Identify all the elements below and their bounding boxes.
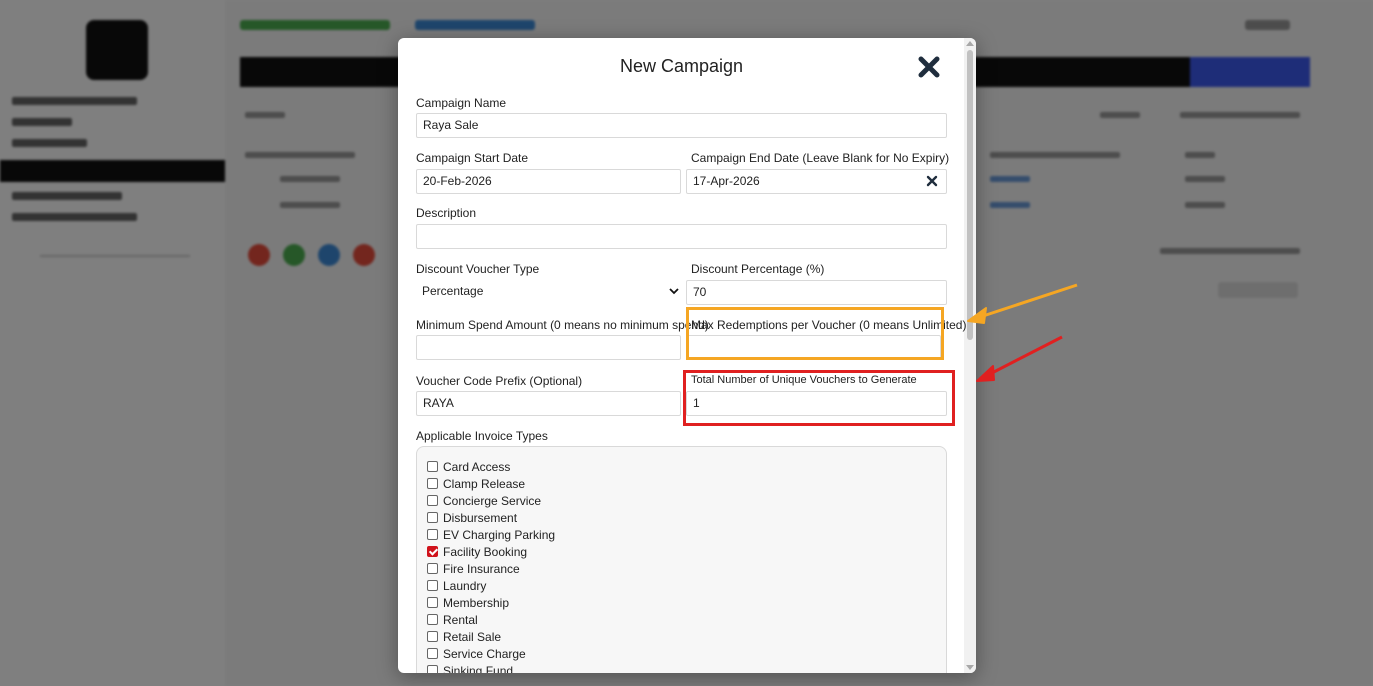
checkbox-label: Membership xyxy=(443,595,510,610)
voucher-type-select[interactable]: Percentage xyxy=(416,280,684,305)
modal-title: New Campaign xyxy=(619,56,744,76)
checkbox-icon[interactable] xyxy=(427,563,438,574)
scroll-down-icon[interactable] xyxy=(966,665,974,670)
checkbox-label: Fire Insurance xyxy=(443,561,520,576)
clear-date-icon[interactable] xyxy=(926,175,938,187)
min-spend-label: Minimum Spend Amount (0 means no minimum… xyxy=(416,318,709,332)
checkbox-label: EV Charging Parking xyxy=(443,527,556,542)
discount-percentage-input[interactable]: 70 xyxy=(686,280,947,305)
discount-percentage-label: Discount Percentage (%) xyxy=(691,262,825,276)
checkbox-retail-sale[interactable]: Retail Sale xyxy=(427,628,501,645)
checkbox-label: Laundry xyxy=(443,578,487,593)
checkbox-label: Service Charge xyxy=(443,646,526,661)
code-prefix-label: Voucher Code Prefix (Optional) xyxy=(416,374,583,388)
voucher-type-value: Percentage xyxy=(422,284,484,298)
checkbox-label: Clamp Release xyxy=(443,476,526,491)
checkbox-icon[interactable] xyxy=(427,580,438,591)
campaign-name-label: Campaign Name xyxy=(416,96,507,110)
checkbox-label: Card Access xyxy=(443,459,511,474)
checkbox-checked-icon[interactable] xyxy=(427,546,438,557)
checkbox-rental[interactable]: Rental xyxy=(427,611,478,628)
checkbox-icon[interactable] xyxy=(427,478,438,489)
voucher-type-label: Discount Voucher Type xyxy=(416,262,540,276)
checkbox-card-access[interactable]: Card Access xyxy=(427,458,510,475)
start-date-input[interactable]: 20-Feb-2026 xyxy=(416,169,681,194)
max-redemptions-input[interactable] xyxy=(686,335,941,360)
checkbox-label: Retail Sale xyxy=(443,629,502,644)
checkbox-icon[interactable] xyxy=(427,614,438,625)
description-input[interactable] xyxy=(416,224,947,249)
chevron-down-icon xyxy=(669,288,679,295)
checkbox-icon[interactable] xyxy=(427,665,438,673)
checkbox-disbursement[interactable]: Disbursement xyxy=(427,509,517,526)
checkbox-laundry[interactable]: Laundry xyxy=(427,577,486,594)
checkbox-icon[interactable] xyxy=(427,495,438,506)
description-label: Description xyxy=(416,206,477,220)
start-date-label: Campaign Start Date xyxy=(416,151,529,165)
checkbox-concierge-service[interactable]: Concierge Service xyxy=(427,492,541,509)
total-vouchers-label: Total Number of Unique Vouchers to Gener… xyxy=(691,374,917,386)
checkbox-ev-charging-parking[interactable]: EV Charging Parking xyxy=(427,526,555,543)
checkbox-icon[interactable] xyxy=(427,648,438,659)
checkbox-fire-insurance[interactable]: Fire Insurance xyxy=(427,560,520,577)
total-vouchers-input[interactable]: 1 xyxy=(686,391,947,416)
max-redemptions-label: Max Redemptions per Voucher (0 means Unl… xyxy=(691,318,967,332)
checkbox-label: Disbursement xyxy=(443,510,518,525)
min-spend-input[interactable] xyxy=(416,335,681,360)
checkbox-icon[interactable] xyxy=(427,529,438,540)
checkbox-label: Facility Booking xyxy=(443,544,528,559)
scroll-up-icon[interactable] xyxy=(966,41,974,46)
checkbox-clamp-release[interactable]: Clamp Release xyxy=(427,475,525,492)
modal-scrollbar[interactable] xyxy=(964,38,976,673)
end-date-input[interactable]: 17-Apr-2026 xyxy=(686,169,947,194)
checkbox-icon[interactable] xyxy=(427,461,438,472)
code-prefix-input[interactable]: RAYA xyxy=(416,391,681,416)
checkbox-label: Sinking Fund xyxy=(443,663,514,674)
checkbox-service-charge[interactable]: Service Charge xyxy=(427,645,526,662)
scroll-thumb[interactable] xyxy=(967,50,973,340)
campaign-name-input[interactable]: Raya Sale xyxy=(416,113,947,138)
checkbox-icon[interactable] xyxy=(427,597,438,608)
checkbox-label: Rental xyxy=(443,612,478,627)
checkbox-label: Concierge Service xyxy=(443,493,542,508)
close-icon[interactable] xyxy=(916,54,942,80)
end-date-label: Campaign End Date (Leave Blank for No Ex… xyxy=(691,151,950,165)
checkbox-icon[interactable] xyxy=(427,512,438,523)
invoice-types-list[interactable]: Card Access Clamp Release Concierge Serv… xyxy=(416,446,947,673)
checkbox-sinking-fund[interactable]: Sinking Fund xyxy=(427,662,513,673)
checkbox-membership[interactable]: Membership xyxy=(427,594,509,611)
checkbox-facility-booking[interactable]: Facility Booking xyxy=(427,543,527,560)
checkbox-icon[interactable] xyxy=(427,631,438,642)
invoice-types-label: Applicable Invoice Types xyxy=(416,429,548,443)
end-date-value: 17-Apr-2026 xyxy=(693,174,760,188)
